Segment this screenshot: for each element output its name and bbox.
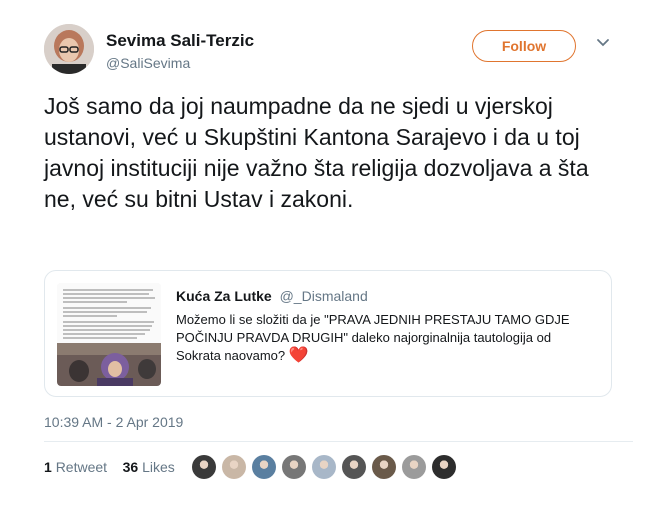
- tweet-stats: 1 Retweet 36 Likes: [44, 459, 175, 475]
- author-handle[interactable]: @SaliSevima: [106, 55, 190, 71]
- liker-avatar[interactable]: [372, 455, 396, 479]
- liker-avatar[interactable]: [282, 455, 306, 479]
- liker-avatar[interactable]: [252, 455, 276, 479]
- liker-avatar[interactable]: [222, 455, 246, 479]
- tweet-header: Sevima Sali-Terzic @SaliSevima Follow: [44, 24, 633, 78]
- quoted-tweet-text-block: Možemo li se složiti da je "PRAVA JEDNIH…: [176, 311, 596, 365]
- quoted-tweet-header: Kuća Za Lutke @_Dismaland: [176, 288, 368, 304]
- divider: [44, 441, 633, 442]
- chevron-down-icon[interactable]: [596, 36, 610, 50]
- liker-avatar[interactable]: [312, 455, 336, 479]
- follow-button[interactable]: Follow: [472, 30, 576, 62]
- tweet-timestamp[interactable]: 10:39 AM - 2 Apr 2019: [44, 414, 183, 430]
- quoted-author-handle: @_Dismaland: [279, 288, 368, 304]
- likers-avatars: [192, 455, 462, 481]
- liker-avatar[interactable]: [432, 455, 456, 479]
- liker-avatar[interactable]: [342, 455, 366, 479]
- quoted-author-name: Kuća Za Lutke: [176, 288, 272, 304]
- quoted-tweet-text: Možemo li se složiti da je "PRAVA JEDNIH…: [176, 312, 570, 363]
- like-count[interactable]: 36: [123, 459, 139, 475]
- quoted-tweet-image: [57, 283, 161, 386]
- liker-avatar[interactable]: [402, 455, 426, 479]
- author-name[interactable]: Sevima Sali-Terzic: [106, 31, 254, 51]
- heart-emoji-icon: ❤️: [288, 347, 309, 364]
- retweet-count[interactable]: 1: [44, 459, 52, 475]
- retweet-label[interactable]: Retweet: [56, 459, 107, 475]
- quoted-tweet[interactable]: Kuća Za Lutke @_Dismaland Možemo li se s…: [44, 270, 612, 397]
- like-label[interactable]: Likes: [142, 459, 175, 475]
- liker-avatar[interactable]: [192, 455, 216, 479]
- author-avatar[interactable]: [44, 24, 94, 74]
- tweet-text: Još samo da joj naumpadne da ne sjedi u …: [44, 93, 589, 212]
